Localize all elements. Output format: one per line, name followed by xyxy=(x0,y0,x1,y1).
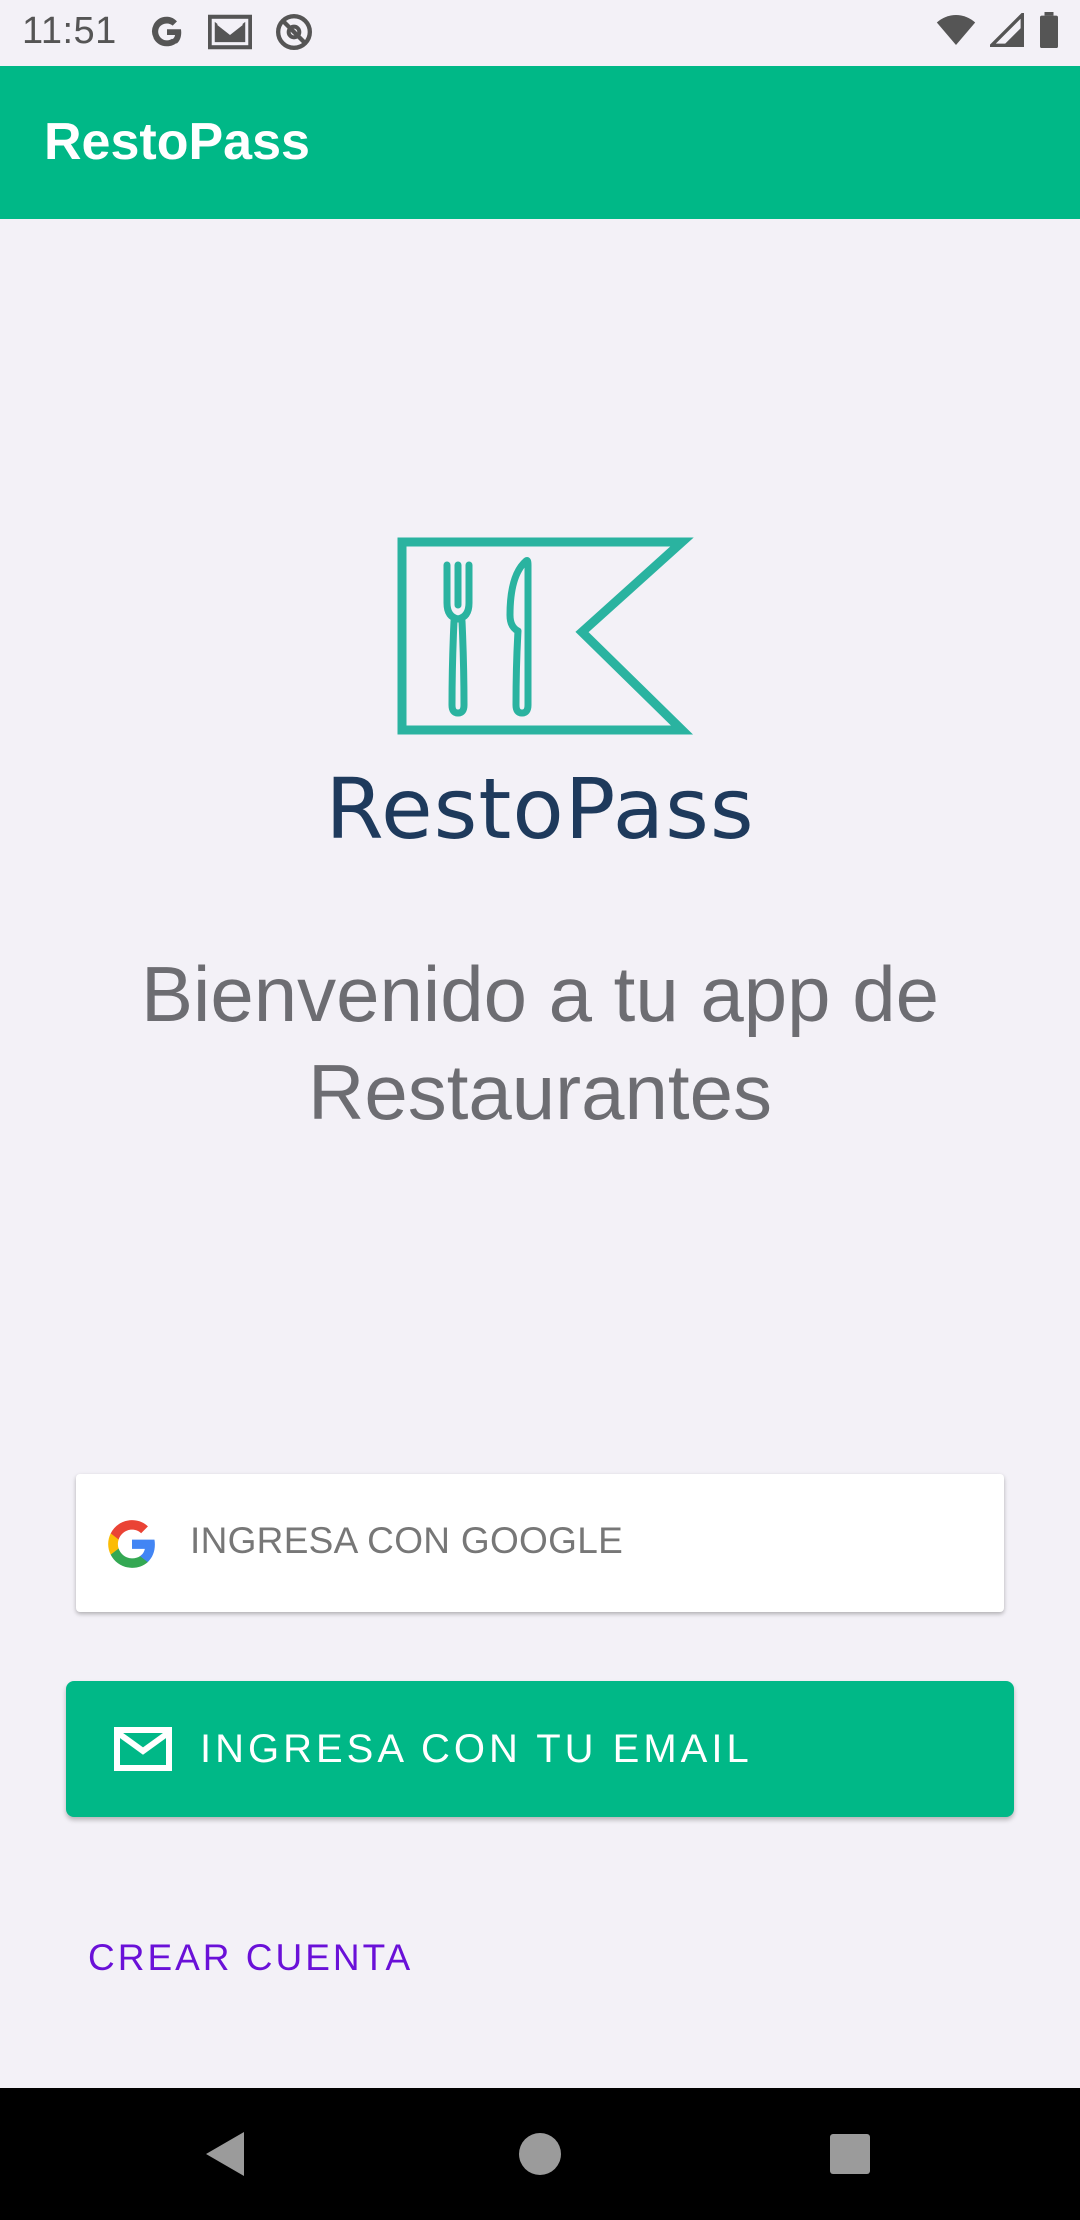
screen: 11:51 RestoPass RestoPass Bienvenido a t… xyxy=(0,0,1080,2220)
restaurant-flag-icon xyxy=(397,537,694,735)
restopass-logo: RestoPass xyxy=(300,535,780,858)
cell-signal-icon xyxy=(990,13,1024,47)
create-account-button[interactable]: CREAR CUENTA xyxy=(88,1937,413,1979)
welcome-message: Bienvenido a tu app de Restaurantes xyxy=(141,950,939,1136)
gmail-notification-icon xyxy=(208,14,252,50)
recents-icon[interactable] xyxy=(822,2126,878,2182)
battery-icon xyxy=(1040,12,1058,48)
status-notification-icons xyxy=(148,12,314,52)
back-icon[interactable] xyxy=(198,2126,254,2182)
status-bar: 11:51 xyxy=(0,0,1080,66)
app-title: RestoPass xyxy=(44,113,310,171)
mail-icon xyxy=(114,1727,172,1771)
vpn-key-icon xyxy=(276,14,312,50)
google-button-label: INGRESA CON GOOGLE xyxy=(190,1520,624,1561)
google-notification-icon xyxy=(152,16,182,47)
google-sign-in-button[interactable]: INGRESA CON GOOGLE xyxy=(76,1474,1004,1612)
status-system-icons xyxy=(936,12,1060,48)
logo-wordmark: RestoPass xyxy=(325,760,755,858)
google-icon xyxy=(108,1520,155,1568)
email-button-label: INGRESA CON TU EMAIL xyxy=(200,1727,753,1771)
wifi-icon xyxy=(936,15,976,45)
status-time: 11:51 xyxy=(22,10,117,52)
system-navigation-bar xyxy=(0,2088,1080,2220)
email-sign-in-button[interactable]: INGRESA CON TU EMAIL xyxy=(66,1681,1014,1817)
app-bar: RestoPass xyxy=(0,66,1080,219)
home-icon[interactable] xyxy=(512,2126,568,2182)
